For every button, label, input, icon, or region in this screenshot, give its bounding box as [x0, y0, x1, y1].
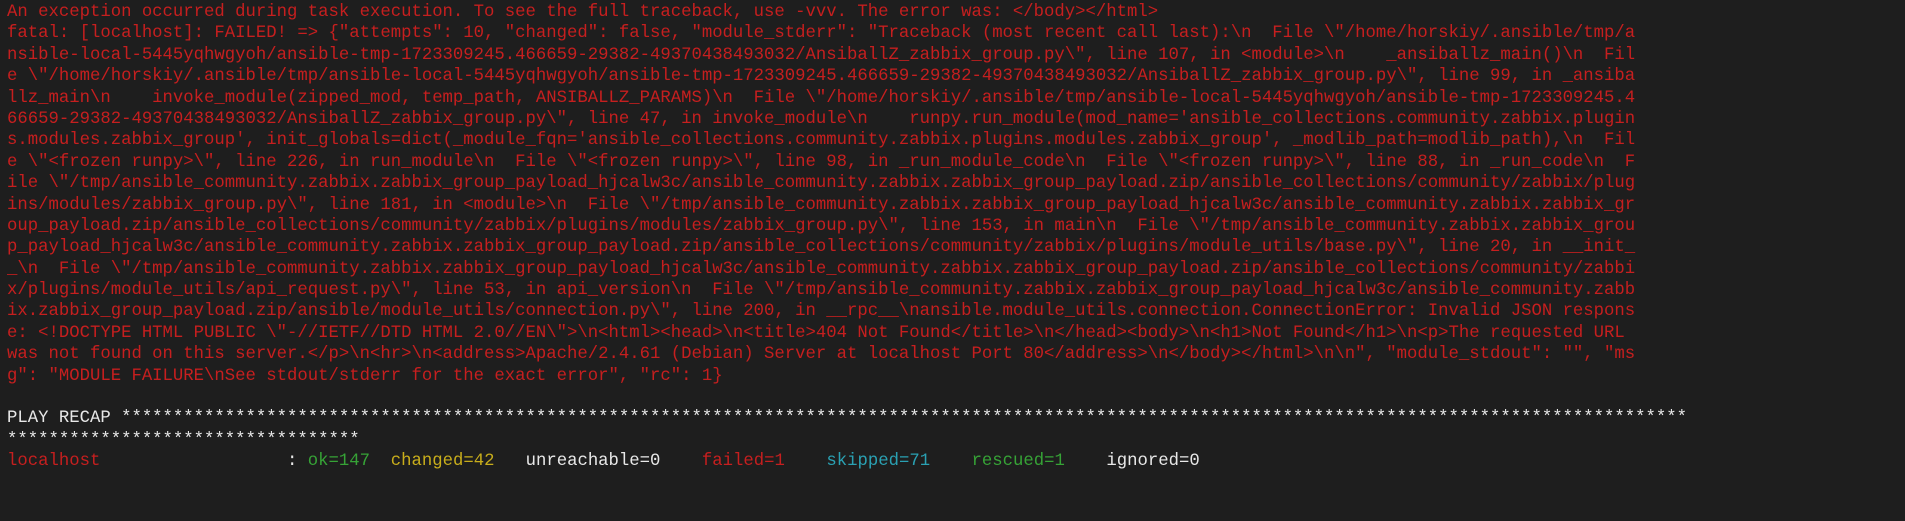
fatal-output-line: ix.zabbix_group_payload.zip/ansible/modu…: [7, 302, 1636, 322]
recap-ok: ok=147: [307, 452, 370, 472]
fatal-output-line: fatal: [localhost]: FAILED! => {"attempt…: [7, 24, 1636, 44]
recap-host-padding: [100, 452, 287, 471]
exception-message: An exception occurred during task execut…: [7, 3, 1159, 22]
fatal-output-line: e \"<frozen runpy>\", line 226, in run_m…: [7, 152, 1636, 172]
fatal-output-line: e: <!DOCTYPE HTML PUBLIC \"-//IETF//DTD …: [7, 323, 1625, 343]
recap-colon: :: [287, 452, 308, 472]
recap-changed: changed=42: [390, 452, 495, 472]
recap-rescued: rescued=1: [971, 452, 1065, 472]
recap-skipped: skipped=71: [826, 452, 931, 472]
fatal-output-line: x/plugins/module_utils/api_request.py\",…: [7, 281, 1636, 301]
fatal-output-line: s.modules.zabbix_group', init_globals=di…: [7, 131, 1636, 151]
fatal-output-line: llz_main\n invoke_module(zipped_mod, tem…: [7, 88, 1636, 108]
recap-host: localhost: [7, 452, 101, 472]
play-recap-header: PLAY RECAP *****************************…: [7, 409, 1688, 429]
recap-ignored: ignored=0: [1106, 452, 1200, 472]
fatal-output-line: e \"/home/horskiy/.ansible/tmp/ansible-l…: [7, 67, 1636, 87]
fatal-output-line: ins/modules/zabbix_group.py\", line 181,…: [7, 195, 1636, 215]
terminal-window[interactable]: An exception occurred during task execut…: [0, 0, 1905, 521]
fatal-output-line: nsible-local-5445yqhwgyoh/ansible-tmp-17…: [7, 45, 1636, 65]
fatal-output-line: ile \"/tmp/ansible_community.zabbix.zabb…: [7, 174, 1636, 194]
fatal-output-line: was not found on this server.</p>\n<hr>\…: [7, 345, 1636, 365]
fatal-error-output: fatal: [localhost]: FAILED! => {"attempt…: [7, 23, 1905, 387]
fatal-output-line: oup_payload.zip/ansible_collections/comm…: [7, 216, 1636, 236]
recap-row-localhost: localhost : ok=147 changed=42 unreachabl…: [7, 451, 1905, 472]
fatal-output-line: _\n File \"/tmp/ansible_community.zabbix…: [7, 259, 1636, 279]
play-recap-header-continued: **********************************: [7, 430, 360, 450]
fatal-output-line: g": "MODULE FAILURE\nSee stdout/stderr f…: [7, 366, 723, 386]
fatal-output-line: 66659-29382-49370438493032/AnsiballZ_zab…: [7, 109, 1636, 129]
fatal-output-line: p_payload_hjcalw3c/ansible_community.zab…: [7, 238, 1636, 258]
recap-failed: failed=1: [701, 452, 785, 472]
recap-unreachable: unreachable=0: [525, 452, 661, 472]
